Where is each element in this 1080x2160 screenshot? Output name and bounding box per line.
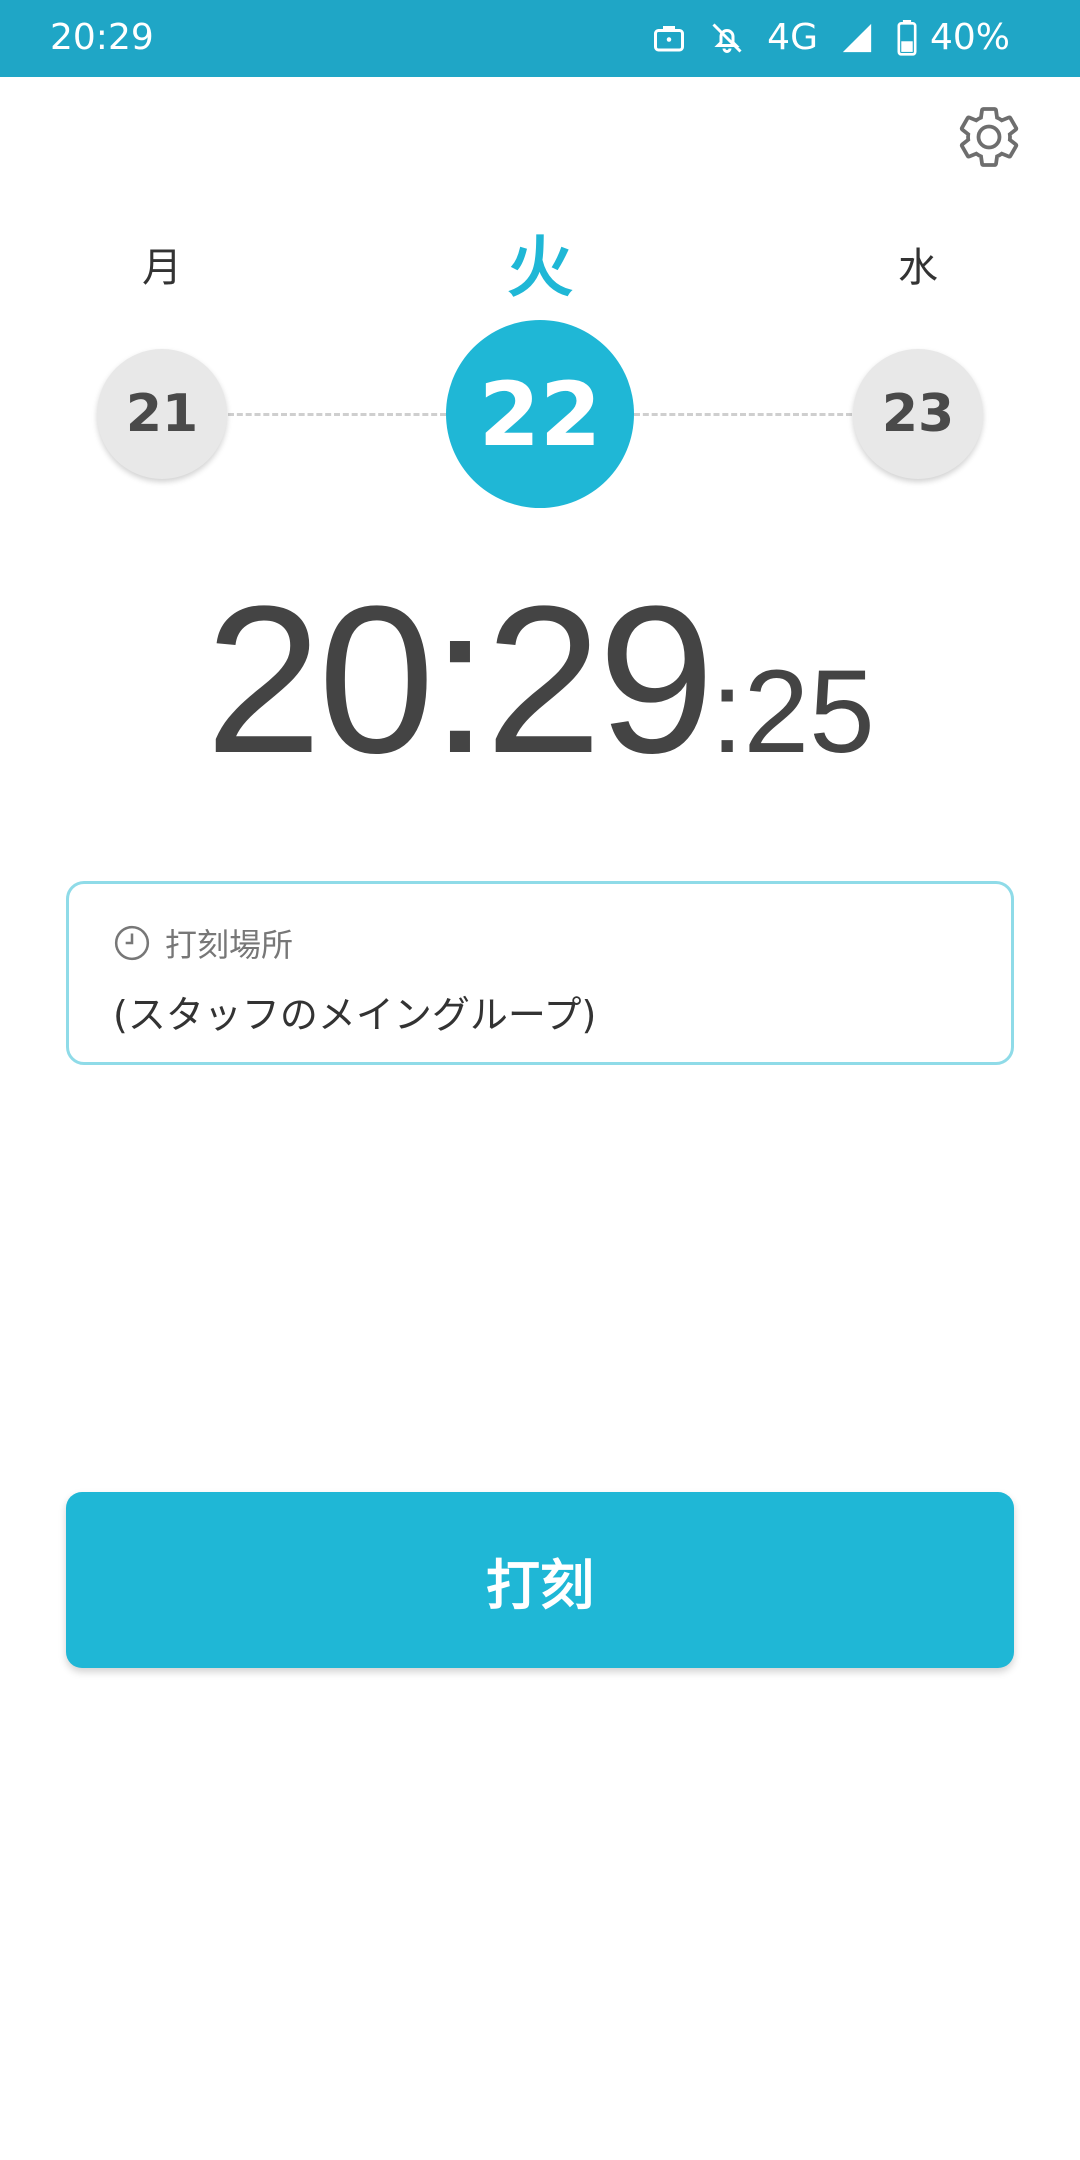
- day-connector-left: [228, 413, 446, 416]
- location-label-row: 打刻場所: [113, 920, 293, 966]
- battery-icon: [897, 20, 917, 56]
- weekday-current: 火: [507, 229, 573, 306]
- clock-hours-minutes: 20:29: [205, 562, 715, 797]
- clock-display: 20:29:25: [0, 575, 1080, 785]
- battery-percent: 40%: [929, 17, 1010, 58]
- punch-screen: 20:29 4G 40% 月 火 水 21 22 23 20:29:25 打刻場…: [0, 0, 1080, 2160]
- gear-icon: [959, 107, 1019, 167]
- briefcase-icon: [654, 26, 685, 52]
- weekday-next: 水: [898, 245, 938, 291]
- weekday-prev: 月: [142, 245, 182, 291]
- signal-icon: [842, 23, 872, 53]
- punch-button[interactable]: 打刻: [66, 1492, 1014, 1668]
- punch-location-selector[interactable]: 打刻場所 (スタッフのメイングループ): [66, 881, 1014, 1065]
- status-time: 20:29: [50, 17, 154, 58]
- clock-seconds: :25: [710, 646, 875, 778]
- date-current-button[interactable]: 22: [446, 320, 634, 508]
- status-bar: 20:29 4G 40%: [0, 0, 1080, 77]
- clock-icon: [114, 925, 150, 961]
- location-label: 打刻場所: [165, 926, 294, 964]
- network-type: 4G: [767, 17, 818, 58]
- location-value: (スタッフのメイングループ): [113, 993, 597, 1037]
- date-next-button[interactable]: 23: [853, 349, 983, 479]
- date-prev-button[interactable]: 21: [97, 349, 227, 479]
- day-connector-right: [634, 413, 852, 416]
- settings-button[interactable]: [953, 101, 1025, 173]
- bell-off-icon: [712, 23, 742, 53]
- status-icons: 4G 40%: [651, 14, 1010, 62]
